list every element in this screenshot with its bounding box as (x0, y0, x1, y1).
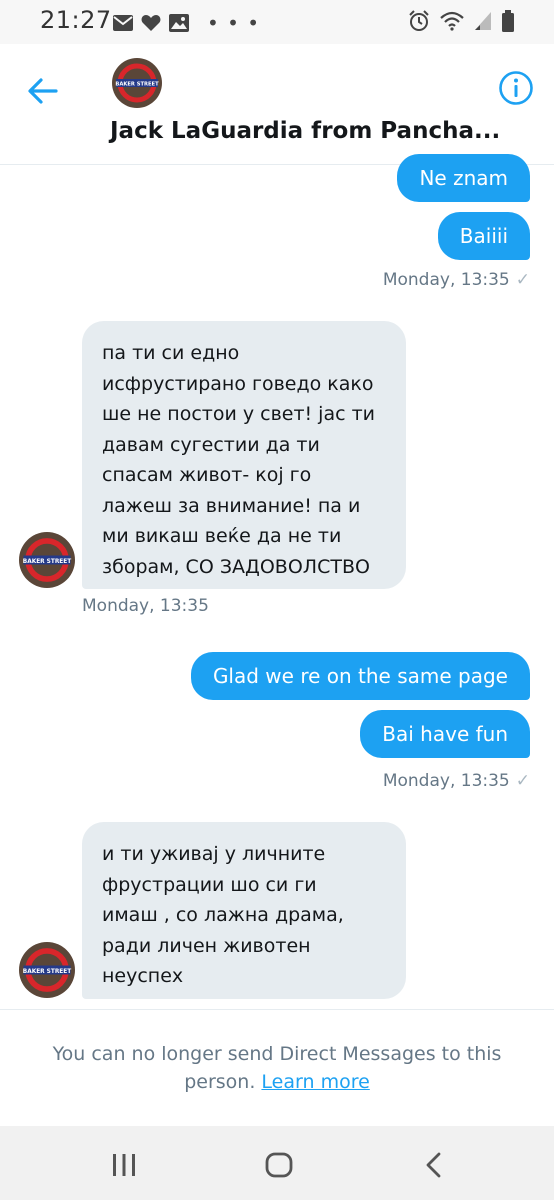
message-line: спасам живот- кој го (102, 464, 312, 486)
incoming-message[interactable]: па ти си едно исфрустирано говедо како ш… (82, 321, 406, 589)
message-line: ми викаш веќе да не ти (102, 525, 342, 547)
dm-disabled-notice: You can no longer send Direct Messages t… (0, 1009, 554, 1127)
svg-text:BAKER STREET: BAKER STREET (23, 559, 71, 565)
message-timestamp: Monday, 13:35 (82, 596, 209, 616)
message-line: неуспех (102, 965, 184, 987)
outgoing-message[interactable]: Ne znam (397, 154, 530, 202)
message-line: па ти си едно (102, 342, 240, 364)
avatar[interactable]: BAKER STREET (19, 532, 75, 588)
alarm-icon (409, 10, 429, 31)
notice-text: person. (184, 1071, 262, 1093)
message-timestamp: Monday, 13:35 ✓ (382, 771, 530, 791)
message-line: ради личен животен (102, 934, 311, 957)
status-bar: 21:27 • • • (0, 0, 554, 44)
message-text: Ne znam (419, 166, 508, 190)
message-line: имаш , со лажна драма, (102, 904, 344, 926)
battery-icon (502, 10, 514, 32)
message-line: и ти уживај у личните (102, 843, 326, 865)
svg-text:BAKER STREET: BAKER STREET (23, 969, 71, 975)
message-line: исфрустирано говедо како (102, 372, 374, 395)
home-icon[interactable] (264, 1150, 294, 1180)
message-line: фрустрации шо си ги (102, 873, 317, 896)
message-timestamp: Monday, 13:35 ✓ (382, 270, 530, 290)
message-line: зборам, СО ЗАДОВОЛСТВО (102, 555, 370, 578)
info-icon[interactable] (498, 70, 534, 106)
incoming-message[interactable]: и ти уживај у личните фрустрации шо си г… (82, 822, 406, 999)
message-text: Bai have fun (382, 722, 508, 746)
avatar[interactable]: BAKER STREET (112, 58, 162, 108)
back-icon[interactable] (420, 1150, 450, 1180)
message-text: Glad we re on the same page (212, 664, 508, 688)
sent-check-icon: ✓ (515, 270, 530, 290)
outgoing-message[interactable]: Glad we re on the same page (190, 652, 530, 700)
message-line: лажеш за внимание! па и (102, 494, 361, 517)
outgoing-message[interactable]: Bai have fun (360, 710, 530, 758)
more-notifications-icon: • • • (207, 11, 261, 35)
message-text: Baiiii (459, 224, 508, 248)
learn-more-link[interactable]: Learn more (261, 1071, 369, 1093)
notice-text: You can no longer send Direct Messages t… (52, 1043, 502, 1065)
svg-text:BAKER STREET: BAKER STREET (115, 82, 159, 88)
conversation-header: BAKER STREET Jack LaGuardia from Pancha.… (0, 44, 554, 165)
heart-icon (141, 15, 161, 31)
back-arrow-icon[interactable] (26, 74, 60, 108)
sent-check-icon: ✓ (515, 771, 530, 791)
conversation-title[interactable]: Jack LaGuardia from Pancha... (110, 118, 500, 144)
mail-icon (113, 15, 133, 31)
wifi-icon (440, 11, 464, 31)
message-line: ше не постои у свет! јас ти (102, 403, 376, 425)
system-nav-bar (0, 1126, 554, 1200)
message-line: давам сугестии да ти (102, 433, 320, 456)
recent-apps-icon[interactable] (109, 1150, 139, 1180)
signal-icon (475, 12, 491, 30)
status-time: 21:27 (40, 6, 112, 34)
outgoing-message[interactable]: Baiiii (437, 212, 530, 260)
avatar[interactable]: BAKER STREET (19, 942, 75, 998)
image-icon (169, 14, 189, 32)
